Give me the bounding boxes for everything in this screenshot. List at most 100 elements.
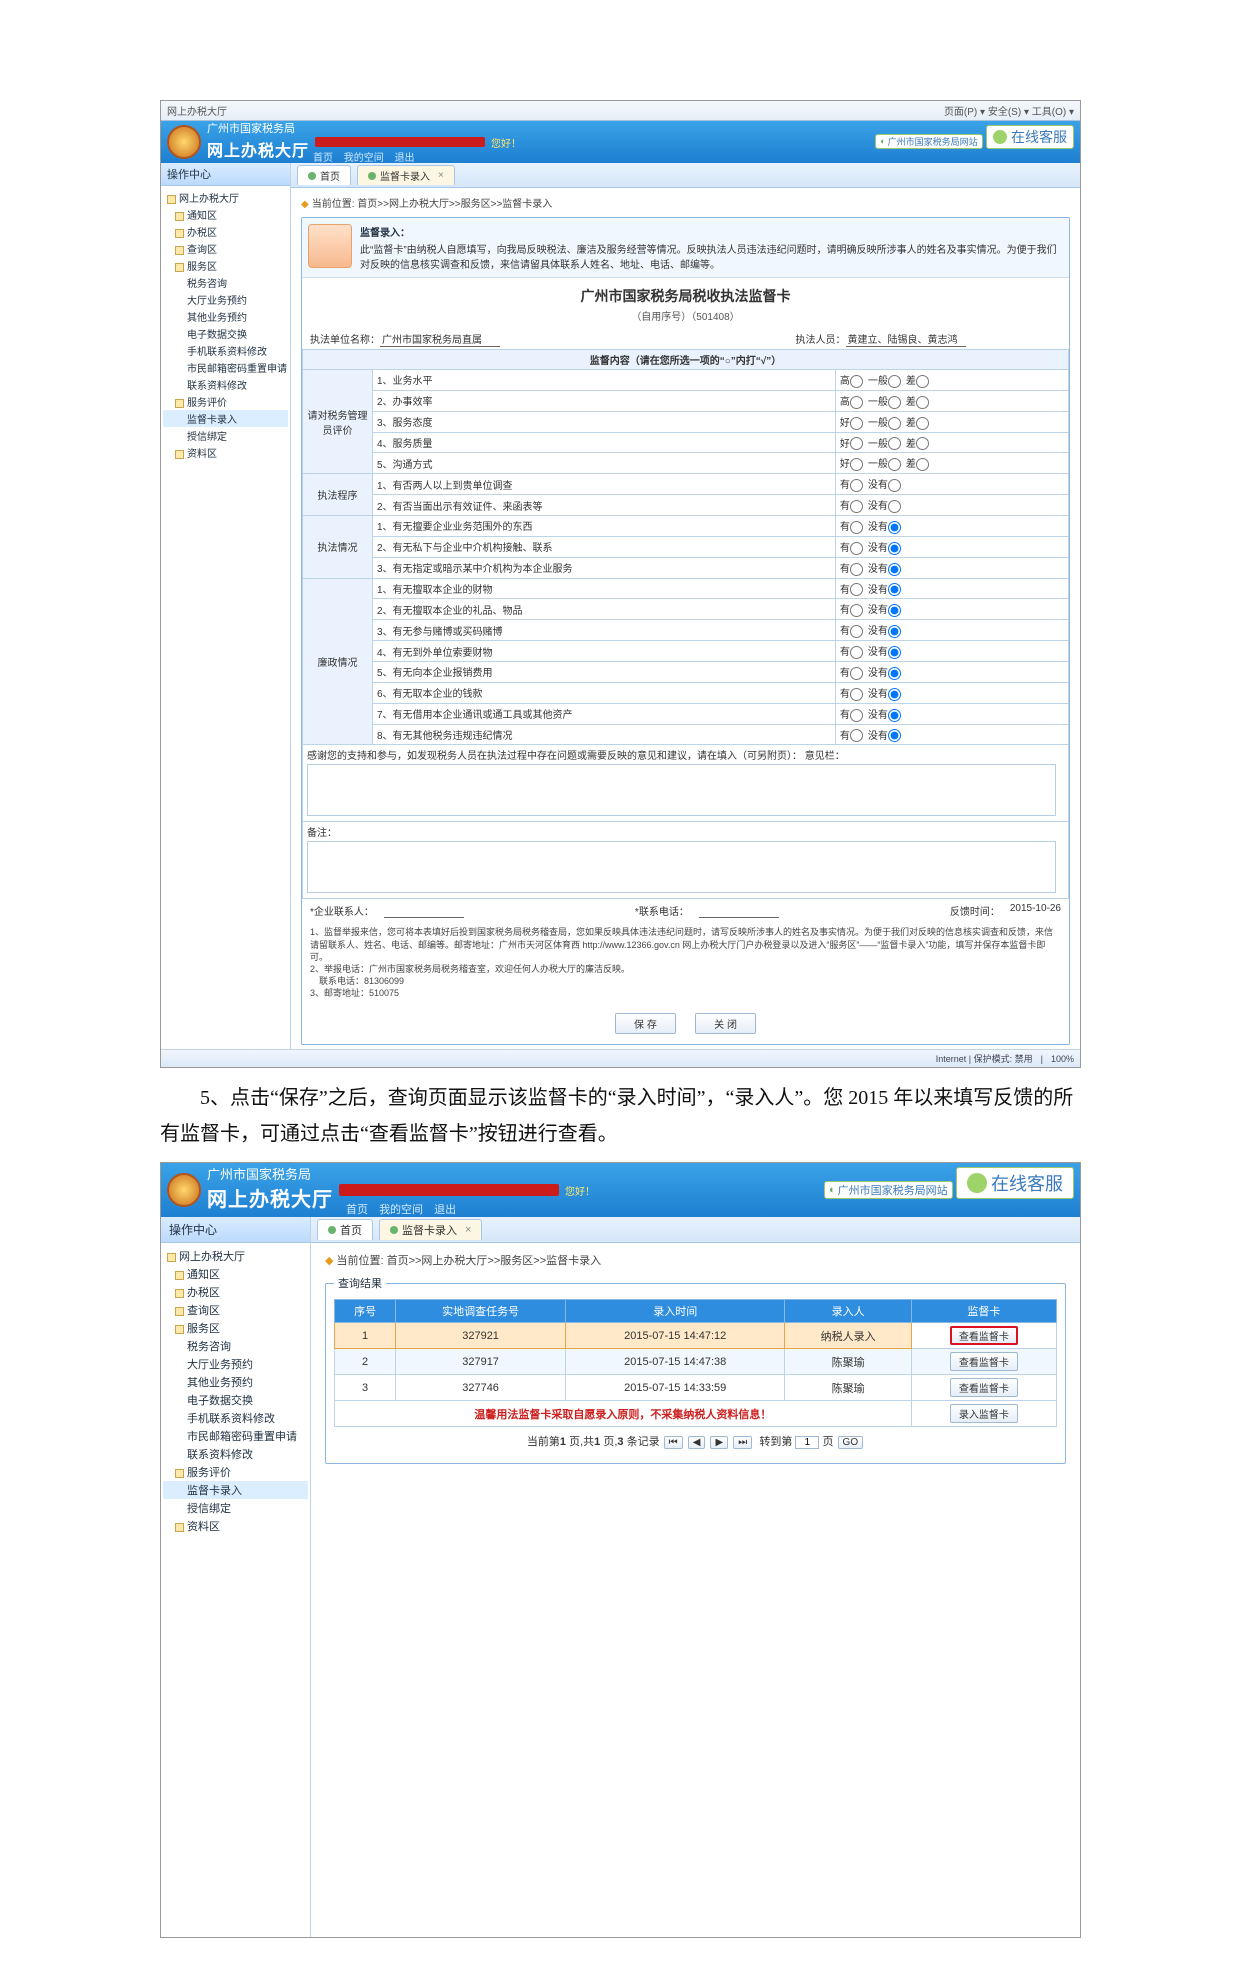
tab-card-entry[interactable]: 监督卡录入× [357, 165, 455, 185]
globe-icon: ◐ [880, 136, 885, 146]
close-icon[interactable]: × [465, 1224, 471, 1236]
tree-root[interactable]: 网上办税大厅 [179, 194, 239, 205]
intro-title: 监督录入： [360, 224, 1063, 239]
hello-text: 您好！ [565, 1183, 595, 1198]
form-title: 广州市国家税务局税收执法监督卡 [302, 278, 1069, 306]
table-row: 1 327921 2015-07-15 14:47:12 纳税人录入 查看监督卡 [335, 1323, 1057, 1349]
table-midhead: 监督内容（请在您所选一项的“○”内打“√”） [303, 350, 1069, 370]
page-input[interactable] [795, 1436, 819, 1449]
date-label: 反馈时间： [950, 903, 1000, 918]
home-icon [308, 172, 316, 180]
panel-title: 查询结果 [334, 1275, 386, 1291]
view-card-button[interactable]: 查看监督卡 [950, 1352, 1018, 1371]
chat-icon [967, 1173, 987, 1193]
intro-box: 监督录入： 此“监督卡”由纳税人自愿填写，向我局反映税法、廉洁及服务经营等情况。… [302, 218, 1069, 278]
contact-value[interactable] [384, 903, 464, 918]
nav-space[interactable]: 我的空间 [379, 1204, 423, 1216]
screenshot-2: 广州市国家税务局 网上办税大厅 您好！ 首页 我的空间 退出 ◐广州市国家税务局… [160, 1162, 1081, 1938]
remark-label: 备注： [307, 824, 1064, 839]
unit-label: 执法单位名称： [310, 335, 380, 346]
home-icon [328, 1226, 336, 1234]
last-page-icon[interactable]: ⏭ [733, 1436, 752, 1449]
logo-icon [167, 125, 201, 159]
breadcrumb: ◆当前位置: 首页>>网上办税大厅>>服务区>>监督卡录入 [301, 192, 1070, 213]
tab-home[interactable]: 首页 [297, 165, 351, 185]
official-site-link[interactable]: ◐广州市国家税务局网站 [824, 1181, 953, 1199]
nav-tree[interactable]: 网上办税大厅 通知区 办税区 查询区 服务区 税务咨询 大厅业务预约 其他业务预… [161, 186, 290, 464]
person-label: 执法人员： [796, 335, 846, 346]
remark-textarea[interactable] [307, 841, 1056, 893]
result-panel: 查询结果 序号 实地调查任务号 录入时间 录入人 监督卡 1 327921 [325, 1275, 1066, 1464]
nav-space[interactable]: 我的空间 [344, 153, 384, 164]
chat-icon [993, 130, 1007, 144]
section-exec: 执法情况 [303, 516, 373, 579]
browser-tools[interactable]: 页面(P) ▾ 安全(S) ▾ 工具(O) ▾ [944, 103, 1074, 118]
warning-text: 温馨用法监督卡采取自愿录入原则，不采集纳税人资料信息！ [335, 1401, 912, 1427]
section-clean: 廉政情况 [303, 578, 373, 745]
opinion-textarea[interactable] [307, 764, 1056, 816]
tab-home[interactable]: 首页 [317, 1219, 373, 1240]
breadcrumb: ◆当前位置: 首页>>网上办税大厅>>服务区>>监督卡录入 [325, 1249, 1066, 1271]
star-icon: ◆ [301, 199, 309, 210]
nav-tree[interactable]: 网上办税大厅 通知区 办税区 查询区 服务区 税务咨询 大厅业务预约 其他业务预… [161, 1243, 310, 1539]
zoom-status: 100% [1051, 1054, 1074, 1064]
section-proc: 执法程序 [303, 474, 373, 516]
org-name: 广州市国家税务局 [207, 1168, 333, 1181]
nav-exit[interactable]: 退出 [395, 153, 415, 164]
nav-home[interactable]: 首页 [346, 1204, 368, 1216]
table-row: 3 327746 2015-07-15 14:33:59 陈聚瑜 查看监督卡 [335, 1375, 1057, 1401]
online-service-button[interactable]: 在线客服 [986, 125, 1074, 149]
online-service-button[interactable]: 在线客服 [956, 1167, 1074, 1199]
tree-card-entry[interactable]: 监督卡录入 [187, 1485, 242, 1497]
contact-label: *企业联系人： [310, 903, 374, 918]
notice-text: 1、监督举报来信，您可将本表填好后投到国家税务局税务稽查局，您如果反映具体违法违… [302, 922, 1069, 1007]
tab-card-entry[interactable]: 监督卡录入× [379, 1219, 482, 1240]
avatar-icon [308, 224, 352, 268]
star-icon: ◆ [325, 1255, 333, 1267]
phone-label: *联系电话： [635, 903, 689, 918]
pager: 当前第1 页,共1 页,3 条记录 ⏮ ◀ ▶ ⏭ 转到第 页 GO [334, 1427, 1057, 1455]
first-page-icon[interactable]: ⏮ [664, 1436, 683, 1449]
tab-bar: 首页 监督卡录入× [311, 1217, 1080, 1243]
result-table: 序号 实地调查任务号 录入时间 录入人 监督卡 1 327921 2015-07… [334, 1299, 1057, 1427]
intro-text: 此“监督卡”由纳税人自愿填写，向我局反映税法、廉洁及服务经营等情况。反映执法人员… [360, 241, 1063, 271]
phone-value[interactable] [699, 903, 779, 918]
date-value: 2015-10-26 [1010, 903, 1061, 918]
tree-card-entry[interactable]: 监督卡录入 [187, 415, 237, 426]
header-nav: 首页 我的空间 退出 [313, 149, 423, 164]
net-status: Internet | 保护模式: 禁用 [936, 1052, 1033, 1065]
close-button[interactable]: 关 闭 [695, 1013, 756, 1034]
section-eval: 请对税务管理员评价 [303, 370, 373, 474]
nav-exit[interactable]: 退出 [434, 1204, 456, 1216]
view-card-button[interactable]: 查看监督卡 [950, 1326, 1018, 1345]
contact-row: *企业联系人： *联系电话： 反馈时间： 2015-10-26 [302, 899, 1069, 922]
entry-card-button[interactable]: 录入监督卡 [950, 1404, 1018, 1423]
status-bar: Internet | 保护模式: 禁用 | 100% [161, 1049, 1080, 1067]
go-button[interactable]: GO [838, 1436, 864, 1449]
next-page-icon[interactable]: ▶ [710, 1436, 728, 1449]
window-title: 网上办税大厅 [167, 103, 227, 118]
close-icon[interactable]: × [438, 170, 444, 181]
screenshot-1: 网上办税大厅 页面(P) ▾ 安全(S) ▾ 工具(O) ▾ 广州市国家税务局 … [160, 100, 1081, 1068]
save-button[interactable]: 保 存 [615, 1013, 676, 1034]
app-name: 网上办税大厅 [207, 137, 309, 161]
browser-titlebar: 网上办税大厅 页面(P) ▾ 安全(S) ▾ 工具(O) ▾ [161, 101, 1080, 121]
main-panel: 监督录入： 此“监督卡”由纳税人自愿填写，向我局反映税法、廉洁及服务经营等情况。… [301, 217, 1070, 1045]
nav-home[interactable]: 首页 [313, 153, 333, 164]
prev-page-icon[interactable]: ◀ [688, 1436, 706, 1449]
opinion-label: 感谢您的支持和参与，如发现税务人员在执法过程中存在问题或需要反映的意见和建议，请… [307, 747, 1064, 762]
supervision-table: 监督内容（请在您所选一项的“○”内打“√”） 请对税务管理员评价 1、业务水平高… [302, 349, 1069, 899]
card-icon [368, 172, 376, 180]
table-header: 序号 实地调查任务号 录入时间 录入人 监督卡 [335, 1300, 1057, 1323]
tree-root[interactable]: 网上办税大厅 [179, 1251, 245, 1263]
app-name: 网上办税大厅 [207, 1183, 333, 1212]
header-accent [339, 1184, 559, 1196]
sidebar: 操作中心 网上办税大厅 通知区 办税区 查询区 服务区 税务咨询 大厅业务预约 … [161, 1217, 311, 1937]
person-value: 黄建立、陆锡良、黄志鸿 [846, 331, 966, 347]
opts-r1[interactable]: 高一般差 [835, 370, 1068, 391]
official-site-link[interactable]: ◐广州市国家税务局网站 [875, 134, 982, 149]
app-header: 广州市国家税务局 网上办税大厅 您好！ 首页 我的空间 退出 ◐广州市国家税务局… [161, 1163, 1080, 1217]
card-icon [390, 1226, 398, 1234]
instruction-paragraph: 5、点击“保存”之后，查询页面显示该监督卡的“录入时间”，“录入人”。您 201… [160, 1076, 1081, 1162]
view-card-button[interactable]: 查看监督卡 [950, 1378, 1018, 1397]
